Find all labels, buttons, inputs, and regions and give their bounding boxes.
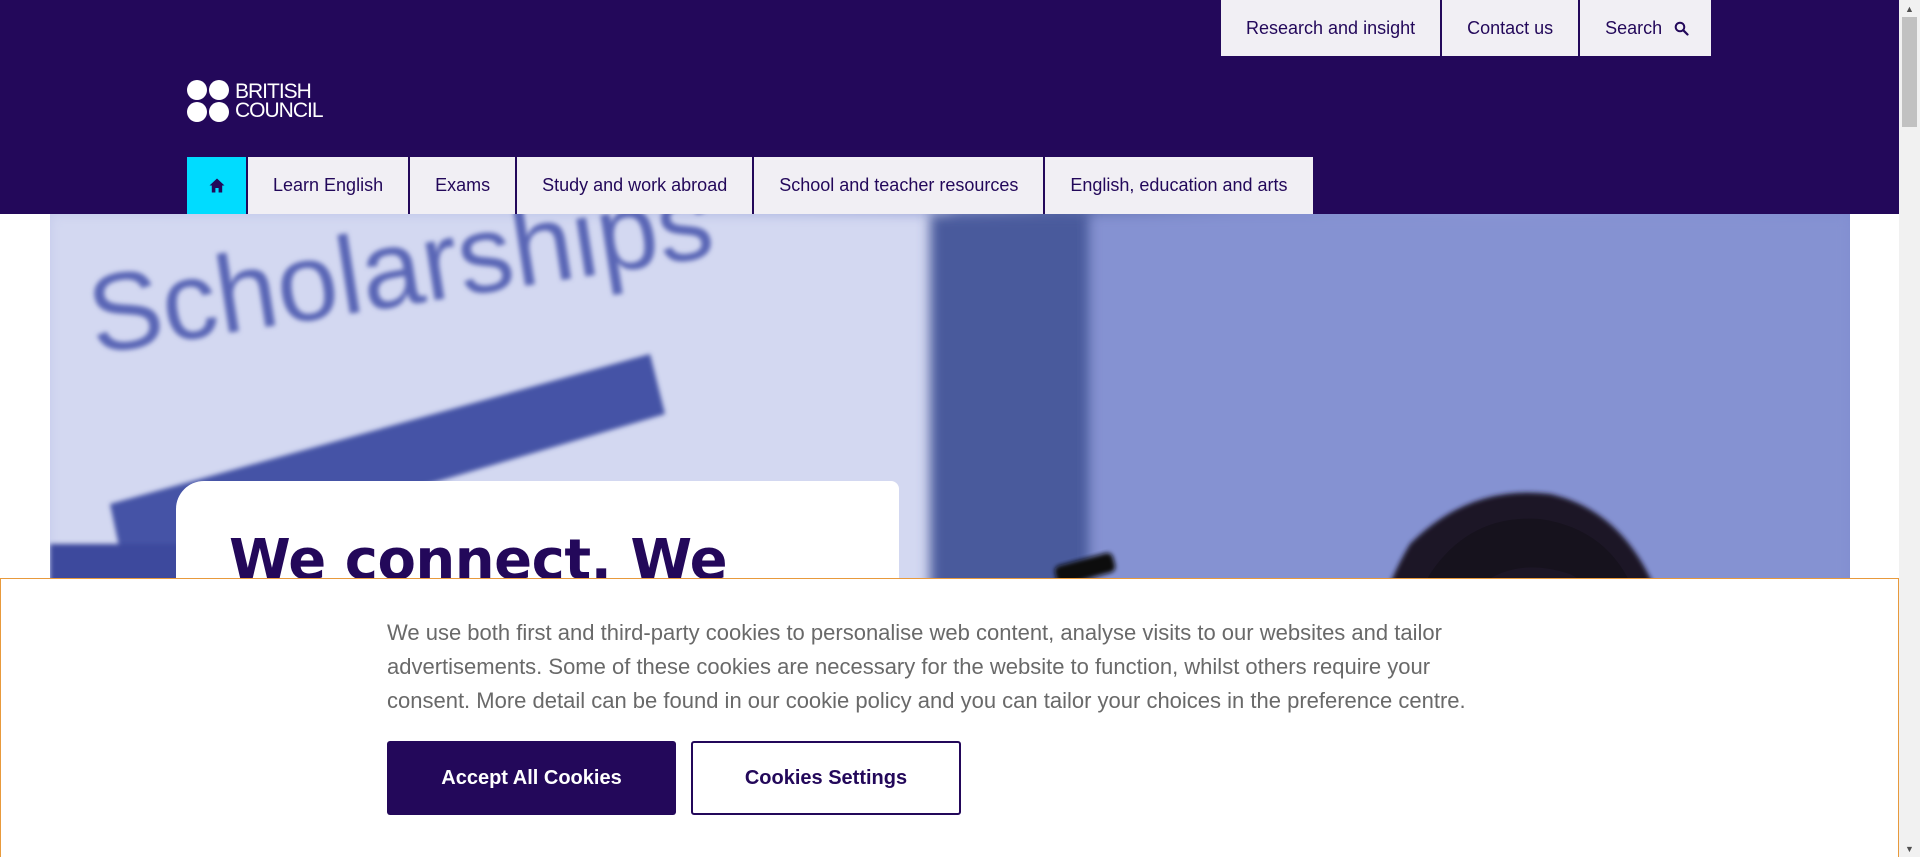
logo-dots-icon [187, 80, 229, 122]
british-council-logo[interactable]: BRITISH COUNCIL [187, 80, 324, 122]
logo-wordmark: BRITISH COUNCIL [235, 80, 324, 122]
scroll-up-arrow-icon[interactable]: ▲ [1899, 0, 1920, 17]
search-label: Search [1605, 17, 1663, 38]
contact-us-link[interactable]: Contact us [1442, 0, 1579, 56]
home-icon [209, 178, 224, 193]
scroll-thumb[interactable] [1902, 17, 1917, 127]
nav-exams[interactable]: Exams [410, 157, 516, 214]
scroll-down-arrow-icon[interactable]: ▼ [1899, 840, 1920, 857]
main-nav: Learn English Exams Study and work abroa… [187, 157, 1313, 214]
search-button[interactable]: Search [1580, 0, 1712, 56]
site-header: Research and insight Contact us Search B… [0, 0, 1899, 214]
nav-study-and-work-abroad[interactable]: Study and work abroad [517, 157, 753, 214]
cookie-consent-banner: We use both first and third-party cookie… [0, 578, 1899, 857]
nav-english-education-and-arts[interactable]: English, education and arts [1045, 157, 1313, 214]
research-link-label: Research and insight [1246, 17, 1416, 38]
accept-all-cookies-button[interactable]: Accept All Cookies [387, 741, 676, 815]
page-scrollbar[interactable]: ▲ ▼ [1899, 0, 1920, 857]
utility-nav: Research and insight Contact us Search [1221, 0, 1712, 56]
cookies-settings-button[interactable]: Cookies Settings [691, 741, 961, 815]
research-and-insight-link[interactable]: Research and insight [1221, 0, 1441, 56]
contact-link-label: Contact us [1467, 17, 1554, 38]
search-icon [1674, 21, 1689, 36]
home-button[interactable] [187, 157, 246, 214]
nav-school-and-teacher-resources[interactable]: School and teacher resources [754, 157, 1044, 214]
nav-learn-english[interactable]: Learn English [248, 157, 409, 214]
cookie-consent-text: We use both first and third-party cookie… [387, 620, 1466, 713]
